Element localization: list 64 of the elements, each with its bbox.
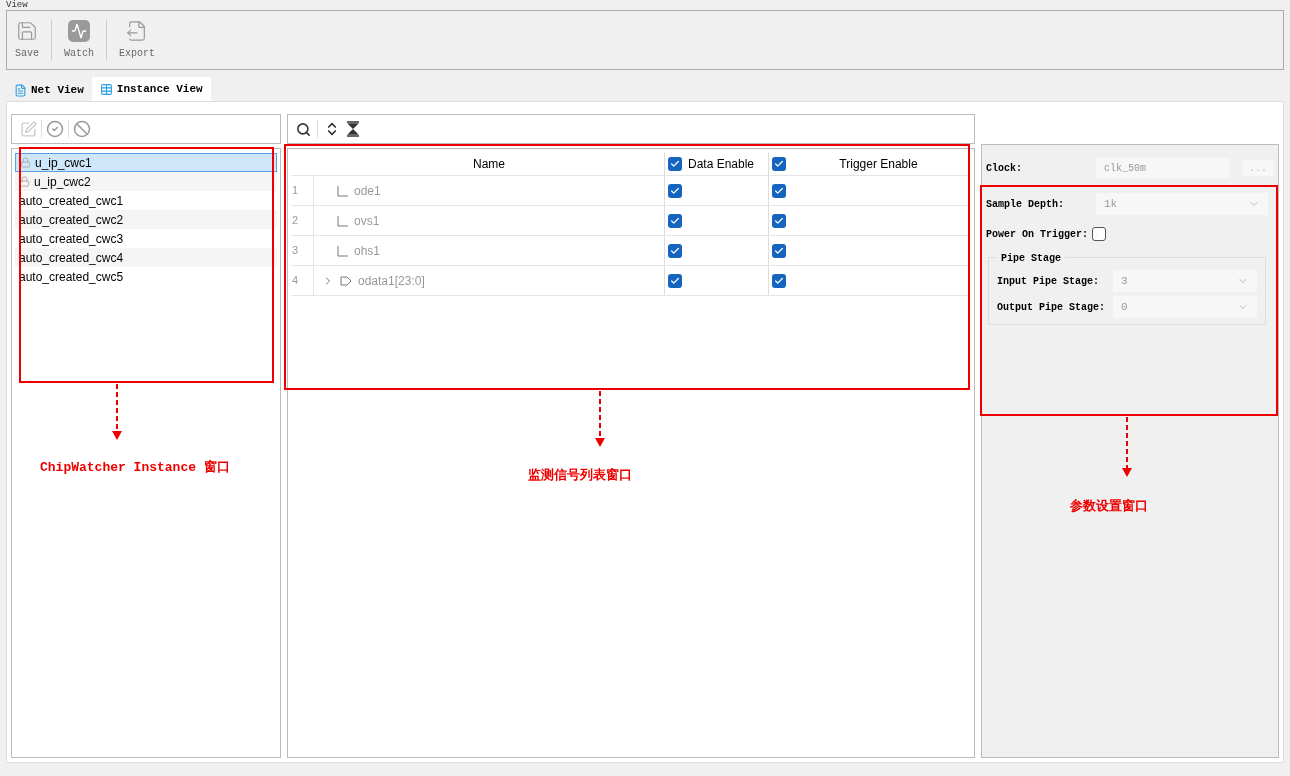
bit-port-icon	[336, 214, 348, 227]
arrow-icon	[112, 384, 122, 440]
field-label: Input Pipe Stage:	[997, 274, 1101, 289]
trigger-enable-checkbox[interactable]	[772, 213, 786, 228]
trigger-enable-checkbox[interactable]	[772, 183, 786, 198]
field-label: Sample Depth:	[986, 197, 1065, 212]
check-mark-icon	[774, 275, 784, 286]
toolbar-button[interactable]: Export	[115, 19, 160, 61]
data-enable-checkbox[interactable]	[668, 213, 682, 228]
instance-item[interactable]: auto_created_cwc4	[15, 248, 277, 267]
check-mark-icon	[670, 245, 680, 256]
annotation-label: ChipWatcher Instance 窗口	[40, 458, 230, 477]
header-checkbox[interactable]	[772, 157, 786, 171]
field-label: Power On Trigger:	[986, 227, 1089, 242]
arrow-icon	[1122, 417, 1132, 477]
column-header[interactable]: Data Enable	[688, 155, 755, 173]
instance-item[interactable]: auto_created_cwc2	[15, 210, 277, 229]
signal-name: ohs1	[354, 242, 381, 260]
check-mark-icon	[670, 159, 680, 169]
toolbar-button[interactable]: Watch	[60, 19, 99, 61]
check-mark-icon	[774, 185, 784, 196]
check-mark-icon	[670, 185, 680, 196]
signal-name: odata1[23:0]	[358, 272, 425, 290]
tab[interactable]: Instance View	[91, 77, 211, 101]
column-header[interactable]: Trigger Enable	[786, 155, 971, 173]
arrow-icon	[595, 391, 605, 447]
bus-port-icon	[340, 275, 352, 286]
data-enable-checkbox[interactable]	[668, 273, 682, 288]
row-number: 2	[291, 206, 314, 235]
check-mark-icon	[670, 215, 680, 226]
trigger-enable-checkbox[interactable]	[772, 273, 786, 288]
annotation-label: 参数设置窗口	[1070, 497, 1148, 516]
bit-port-icon	[336, 244, 348, 257]
signal-name: ode1	[354, 182, 381, 200]
search-icon[interactable]	[296, 121, 311, 137]
power-on-trigger-checkbox[interactable]	[1092, 227, 1107, 241]
trigger-enable-checkbox[interactable]	[772, 243, 786, 258]
check-mark-icon	[670, 275, 680, 286]
row-number: 1	[291, 176, 314, 205]
instance-item[interactable]: u_ip_cwc2	[15, 172, 277, 191]
pulse-icon	[68, 19, 90, 42]
toolbar-button[interactable]: Save	[11, 19, 43, 61]
instance-item[interactable]: u_ip_cwc1	[15, 153, 277, 172]
data-enable-checkbox[interactable]	[668, 183, 682, 198]
check-mark-icon	[774, 159, 784, 169]
disable-icon[interactable]	[73, 120, 91, 138]
check-mark-icon	[774, 215, 784, 226]
menu-item[interactable]: View	[6, 0, 28, 10]
field-label: Clock:	[986, 161, 1023, 176]
row-number: 4	[291, 266, 314, 295]
column-header[interactable]: Name	[314, 155, 664, 173]
group-title: Pipe Stage	[997, 251, 1065, 266]
annotation-label: 监测信号列表窗口	[528, 466, 632, 485]
data-enable-checkbox[interactable]	[668, 243, 682, 258]
bit-port-icon	[336, 184, 348, 197]
table-icon	[99, 82, 113, 96]
row-number: 3	[291, 236, 314, 265]
header-checkbox[interactable]	[668, 157, 682, 171]
document-icon	[14, 84, 27, 97]
signal-name: ovs1	[354, 212, 380, 230]
check-icon[interactable]	[46, 120, 64, 138]
check-mark-icon	[774, 245, 784, 256]
field-label: Output Pipe Stage:	[997, 300, 1107, 315]
save-icon	[16, 19, 38, 42]
